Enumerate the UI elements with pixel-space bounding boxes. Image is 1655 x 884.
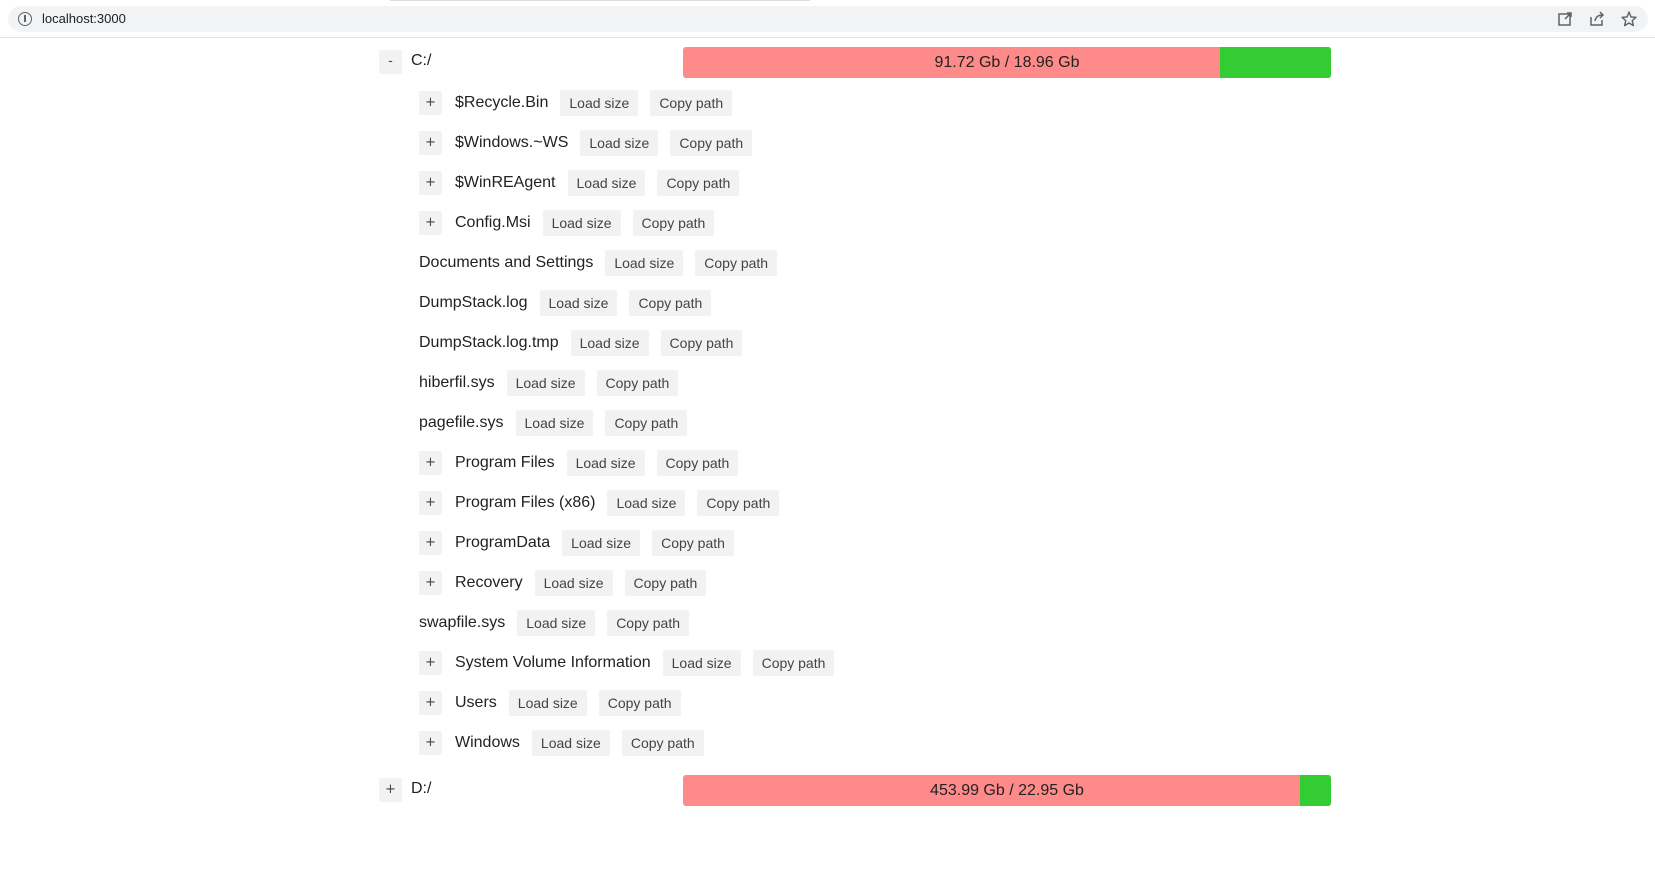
load-size-button[interactable]: Load size [570, 330, 649, 356]
load-size-button[interactable]: Load size [567, 170, 646, 196]
expand-button[interactable]: + [419, 171, 442, 195]
copy-path-button[interactable]: Copy path [697, 490, 780, 516]
open-in-new-window-icon[interactable] [1556, 10, 1574, 28]
entry-name: Users [455, 694, 497, 711]
load-size-button[interactable]: Load size [580, 130, 659, 156]
copy-path-button[interactable]: Copy path [598, 690, 681, 716]
copy-path-button[interactable]: Copy path [652, 530, 734, 556]
copy-path-button[interactable]: Copy path [607, 610, 690, 636]
entry-name: pagefile.sys [419, 414, 504, 431]
tree-entry: swapfile.sys Load size Copy path [419, 609, 701, 637]
tree-entry: hiberfil.sys Load size Copy path [419, 369, 690, 397]
load-size-button[interactable]: Load size [542, 210, 621, 236]
disk-usage-bar: 91.72 Gb / 18.96 Gb [683, 47, 1331, 78]
tree-entry: + Users Load size Copy path [419, 689, 693, 717]
entry-name: Config.Msi [455, 214, 531, 231]
entry-name: Documents and Settings [419, 254, 594, 271]
tree-entry: + ProgramData Load size Copy path [419, 529, 746, 557]
load-size-button[interactable]: Load size [508, 690, 587, 716]
entry-name: swapfile.sys [419, 614, 506, 631]
entry-name: ProgramData [455, 534, 551, 551]
expand-button[interactable]: + [419, 651, 442, 675]
entry-name: System Volume Information [455, 654, 651, 671]
tree-entry: Documents and Settings Load size Copy path [419, 249, 789, 277]
share-icon[interactable] [1588, 10, 1606, 28]
load-size-button[interactable]: Load size [605, 250, 684, 276]
copy-path-button[interactable]: Copy path [596, 370, 679, 396]
entry-name: $Windows.~WS [455, 134, 569, 151]
load-size-button[interactable]: Load size [566, 450, 645, 476]
tree-entry: + $Windows.~WS Load size Copy path [419, 129, 764, 157]
copy-path-button[interactable]: Copy path [695, 250, 778, 276]
load-size-button[interactable]: Load size [506, 370, 585, 396]
drive-label: C:/ [411, 52, 432, 69]
tree-entry: + $WinREAgent Load size Copy path [419, 169, 751, 197]
copy-path-button[interactable]: Copy path [629, 290, 712, 316]
expand-button[interactable]: + [419, 451, 442, 475]
entry-name: Windows [455, 734, 520, 751]
disk-usage-text: 453.99 Gb / 22.95 Gb [930, 782, 1084, 799]
disk-usage-text: 91.72 Gb / 18.96 Gb [934, 54, 1080, 71]
bookmark-star-icon[interactable] [1620, 10, 1638, 28]
drive-row-d: + D:/ 453.99 Gb / 22.95 Gb [0, 774, 1655, 806]
expand-button[interactable]: + [419, 691, 442, 715]
browser-toolbar: localhost:3000 [0, 0, 1655, 38]
copy-path-button[interactable]: Copy path [632, 210, 715, 236]
expand-button[interactable]: + [379, 778, 402, 802]
expand-button[interactable]: + [419, 731, 442, 755]
load-size-button[interactable]: Load size [515, 410, 594, 436]
expand-button[interactable]: + [419, 491, 442, 515]
entry-name: DumpStack.log.tmp [419, 334, 559, 351]
expand-button[interactable]: + [419, 131, 442, 155]
copy-path-button[interactable]: Copy path [621, 730, 704, 756]
copy-path-button[interactable]: Copy path [605, 410, 688, 436]
tree-entry: + Recovery Load size Copy path [419, 569, 718, 597]
disk-usage-bar: 453.99 Gb / 22.95 Gb [683, 775, 1331, 806]
copy-path-button[interactable]: Copy path [752, 650, 835, 676]
load-size-button[interactable]: Load size [662, 650, 741, 676]
entry-name: $WinREAgent [455, 174, 556, 191]
tree-entry: + Windows Load size Copy path [419, 729, 716, 757]
copy-path-button[interactable]: Copy path [670, 130, 753, 156]
load-size-button[interactable]: Load size [531, 730, 610, 756]
load-size-button[interactable]: Load size [607, 490, 686, 516]
address-url[interactable]: localhost:3000 [42, 11, 126, 26]
copy-path-button[interactable]: Copy path [650, 90, 733, 116]
copy-path-button[interactable]: Copy path [660, 330, 743, 356]
address-bar[interactable]: localhost:3000 [8, 6, 1648, 32]
tree-entry: + Program Files Load size Copy path [419, 449, 750, 477]
entry-name: Program Files [455, 454, 555, 471]
expand-button[interactable]: + [419, 531, 442, 555]
load-size-button[interactable]: Load size [534, 570, 613, 596]
copy-path-button[interactable]: Copy path [624, 570, 707, 596]
entry-name: $Recycle.Bin [455, 94, 549, 111]
drive-label: D:/ [411, 780, 432, 797]
site-info-icon[interactable] [18, 12, 32, 26]
tree-entry: + Config.Msi Load size Copy path [419, 209, 726, 237]
load-size-button[interactable]: Load size [539, 290, 618, 316]
expand-button[interactable]: + [419, 211, 442, 235]
tree-entry: pagefile.sys Load size Copy path [419, 409, 699, 437]
tree-entry: + Program Files (x86) Load size Copy path [419, 489, 791, 517]
copy-path-button[interactable]: Copy path [656, 450, 739, 476]
tree-entry: + System Volume Information Load size Copy … [419, 649, 846, 677]
collapse-button[interactable]: - [379, 50, 402, 74]
expand-button[interactable]: + [419, 91, 442, 115]
entry-name: hiberfil.sys [419, 374, 495, 391]
load-size-button[interactable]: Load size [562, 530, 641, 556]
active-tab-edge [390, 0, 810, 1]
entry-name: DumpStack.log [419, 294, 528, 311]
load-size-button[interactable]: Load size [560, 90, 639, 116]
drive-row-c: - C:/ 91.72 Gb / 18.96 Gb [0, 46, 1655, 78]
copy-path-button[interactable]: Copy path [657, 170, 740, 196]
load-size-button[interactable]: Load size [517, 610, 596, 636]
expand-button[interactable]: + [419, 571, 442, 595]
entry-name: Program Files (x86) [455, 494, 596, 511]
entry-name: Recovery [455, 574, 523, 591]
tree-entry: DumpStack.log Load size Copy path [419, 289, 723, 317]
tree-entry: + $Recycle.Bin Load size Copy path [419, 89, 744, 117]
tree-entry: DumpStack.log.tmp Load size Copy path [419, 329, 754, 357]
